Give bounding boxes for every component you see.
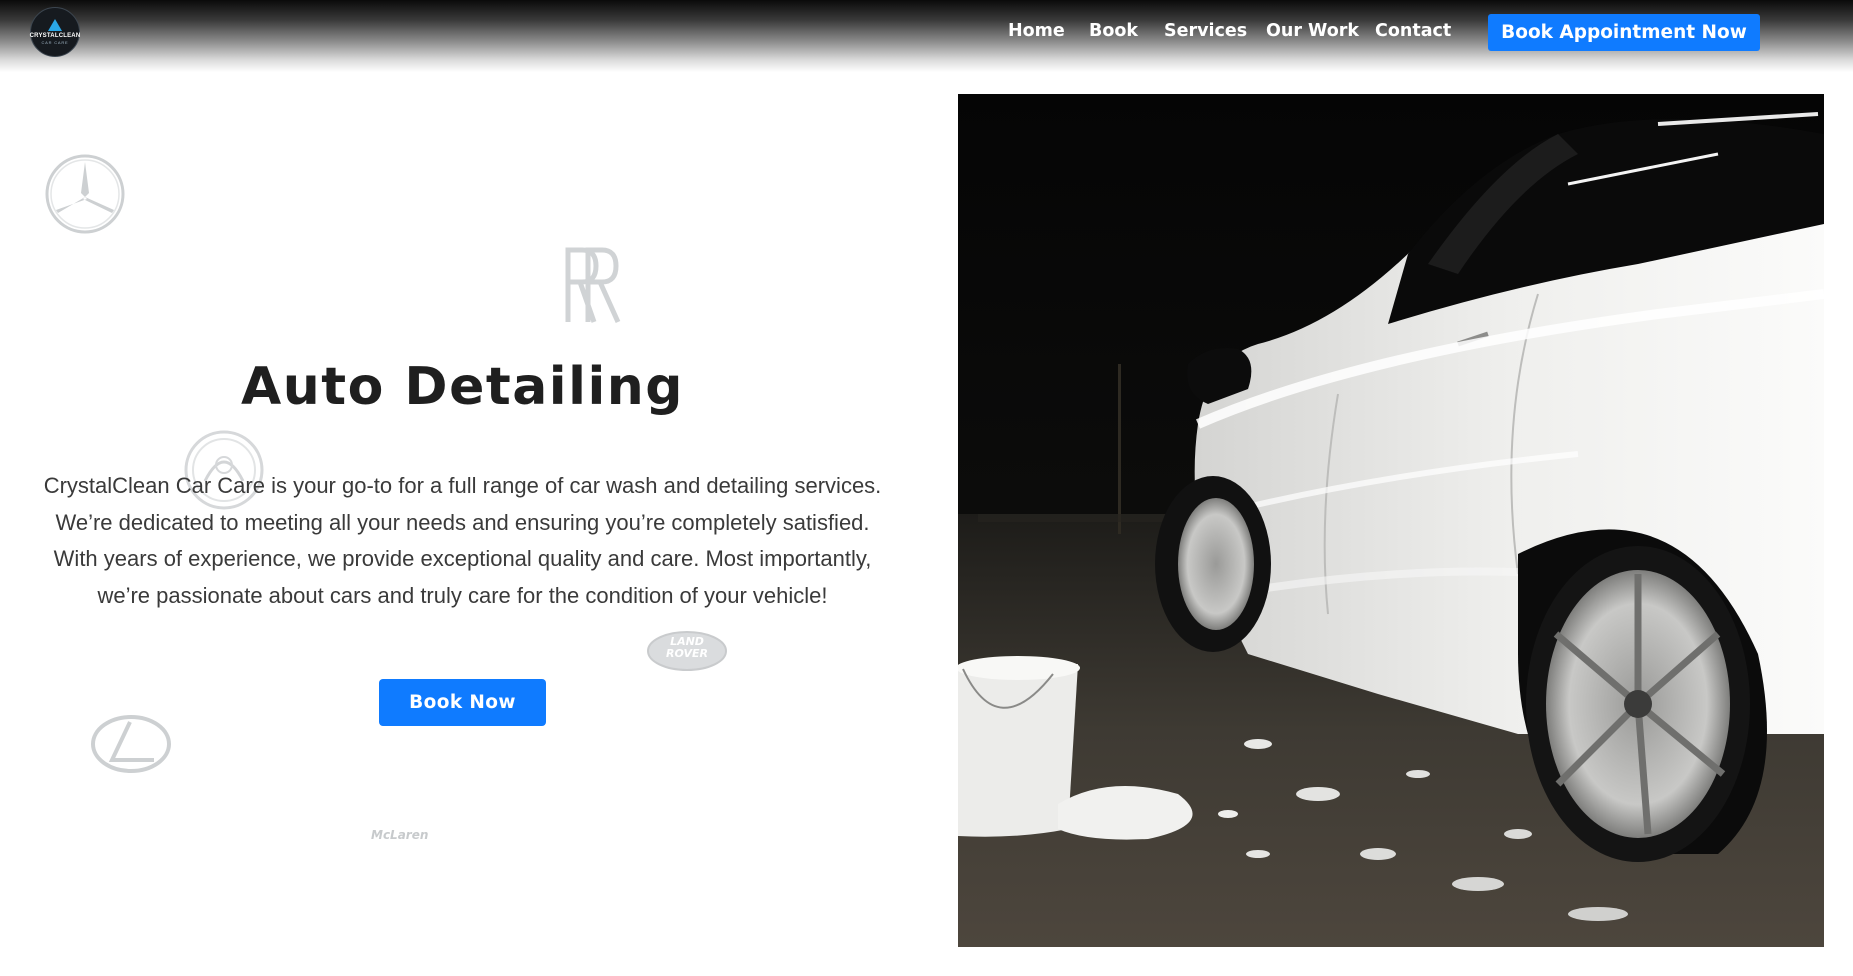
land-rover-logo: LAND ROVER <box>646 636 728 660</box>
book-now-button[interactable]: Book Now <box>379 679 546 726</box>
rolls-royce-logo-icon <box>565 247 621 324</box>
logo-tagline: CAR CARE <box>41 40 69 45</box>
nav-home[interactable]: Home <box>1008 21 1065 41</box>
nav-contact[interactable]: Contact <box>1375 21 1451 41</box>
hero-title: Auto Detailing <box>240 357 685 417</box>
book-appointment-button[interactable]: Book Appointment Now <box>1488 14 1760 51</box>
nav-book[interactable]: Book <box>1089 21 1138 41</box>
nav-services[interactable]: Services <box>1164 21 1247 41</box>
lexus-logo-icon <box>91 715 171 773</box>
logo-name: CRYSTALCLEAN <box>29 33 81 39</box>
site-logo[interactable]: CRYSTALCLEAN CAR CARE <box>30 7 80 57</box>
mclaren-logo: McLaren <box>371 828 429 842</box>
site-header: CRYSTALCLEAN CAR CARE Home Book Services… <box>0 0 1853 72</box>
hero-car-foam-photo <box>958 94 1824 947</box>
hero-description: CrystalClean Car Care is your go-to for … <box>43 473 882 608</box>
nav-our-work[interactable]: Our Work <box>1266 21 1359 41</box>
land-rover-line-2: ROVER <box>666 647 708 660</box>
mercedes-benz-logo-icon <box>45 154 125 234</box>
water-drop-icon <box>48 19 62 31</box>
